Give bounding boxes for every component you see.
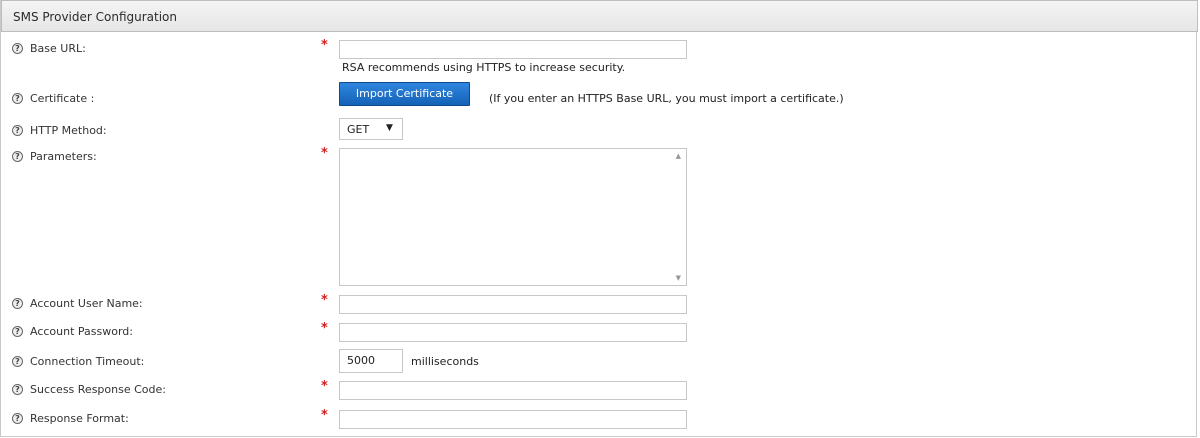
base-url-hint: RSA recommends using HTTPS to increase s… [342,61,626,74]
account-password-input[interactable] [339,323,687,342]
certificate-label: Certificate : [30,92,95,105]
chevron-down-icon: ▼ [386,123,393,133]
help-icon[interactable]: ? [12,298,23,309]
account-password-row: ? Account Password: * [1,321,1198,343]
scroll-down-icon[interactable]: ▼ [676,274,681,282]
certificate-note: (If you enter an HTTPS Base URL, you mus… [489,92,844,105]
base-url-row: ? Base URL: * [1,38,1198,60]
success-response-code-input[interactable] [339,381,687,400]
help-icon[interactable]: ? [12,356,23,367]
response-format-row: ? Response Format: * [1,408,1198,430]
help-icon[interactable]: ? [12,384,23,395]
import-certificate-button[interactable]: Import Certificate [339,82,470,106]
help-icon[interactable]: ? [12,151,23,162]
parameters-row: ? Parameters: * ▲ ▼ [1,146,1198,288]
panel-title: SMS Provider Configuration [13,10,178,24]
timeout-unit: milliseconds [411,355,479,368]
parameters-textarea[interactable]: ▲ ▼ [339,148,687,286]
help-icon[interactable]: ? [12,93,23,104]
connection-timeout-row: ? Connection Timeout: 5000 milliseconds [1,349,1198,373]
parameters-label: Parameters: [30,150,97,163]
certificate-row: ? Certificate : Import Certificate (If y… [1,82,1198,110]
account-password-label: Account Password: [30,325,133,338]
account-user-name-input[interactable] [339,295,687,314]
required-asterisk: * [321,293,328,308]
required-asterisk: * [321,321,328,336]
required-asterisk: * [321,146,328,161]
sms-provider-panel: SMS Provider Configuration ? Base URL: *… [0,0,1198,437]
panel-header: SMS Provider Configuration [1,0,1198,32]
scroll-up-icon[interactable]: ▲ [676,152,681,160]
account-user-name-row: ? Account User Name: * [1,293,1198,315]
required-asterisk: * [321,38,328,53]
success-response-code-label: Success Response Code: [30,383,166,396]
response-format-input[interactable] [339,410,687,429]
connection-timeout-input[interactable]: 5000 [339,349,403,373]
connection-timeout-label: Connection Timeout: [30,355,145,368]
http-method-label: HTTP Method: [30,124,107,137]
help-icon[interactable]: ? [12,413,23,424]
http-method-row: ? HTTP Method: GET ▼ [1,118,1198,142]
required-asterisk: * [321,379,328,394]
base-url-label: Base URL: [30,42,86,55]
base-url-input[interactable] [339,40,687,59]
http-method-value: GET [347,123,370,136]
help-icon[interactable]: ? [12,43,23,54]
required-asterisk: * [321,408,328,423]
response-format-label: Response Format: [30,412,129,425]
help-icon[interactable]: ? [12,326,23,337]
success-response-code-row: ? Success Response Code: * [1,379,1198,401]
help-icon[interactable]: ? [12,125,23,136]
account-user-name-label: Account User Name: [30,297,143,310]
http-method-select[interactable]: GET ▼ [339,118,403,140]
